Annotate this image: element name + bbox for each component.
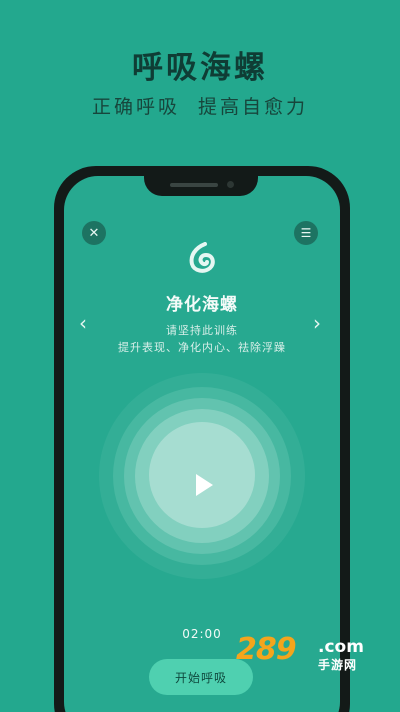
session-desc-line2: 提升表现、净化内心、祛除浮躁 [118,341,286,354]
watermark-number: 289 [236,632,297,667]
menu-button[interactable]: ☰ [294,221,318,245]
session-desc-line1: 请坚持此训练 [166,324,238,337]
notch [144,166,258,196]
speaker [170,183,218,187]
watermark-name: 手游网 [318,658,358,672]
promo-subtitle: 正确呼吸 提高自愈力 [91,96,309,118]
menu-icon: ☰ [300,226,312,240]
chevron-right-icon[interactable]: › [313,311,321,335]
chevron-left-icon[interactable]: ‹ [79,311,87,335]
front-camera [227,181,234,188]
close-icon: ✕ [88,225,100,241]
play-icon[interactable] [196,474,213,496]
session-title: 净化海螺 [166,295,238,315]
promo-title: 呼吸海螺 [132,50,268,86]
conch-logo-icon [189,242,215,273]
watermark-logo: 289 .com 手游网 [236,632,376,678]
watermark-domain: .com [318,637,364,657]
close-button[interactable]: ✕ [82,221,106,245]
